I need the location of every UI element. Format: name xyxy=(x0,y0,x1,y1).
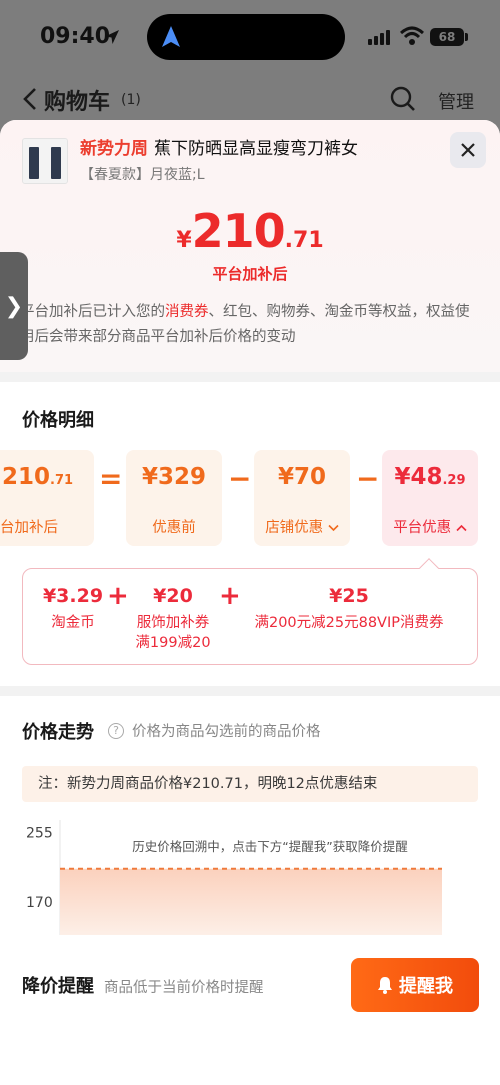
back-chevron-icon[interactable] xyxy=(22,86,38,112)
final-price: ¥210.71 xyxy=(176,204,324,258)
price-area xyxy=(60,868,442,935)
plus-sign: + xyxy=(219,581,241,611)
plus-sign: + xyxy=(107,581,129,611)
price-notice: 平台加补后已计入您的消费券、红包、购物券、淘金币等权益，权益使用后会带来部分商品… xyxy=(20,304,470,345)
cellular-signal-icon xyxy=(368,29,394,45)
product-thumbnail xyxy=(22,138,68,184)
cart-count: (1) xyxy=(121,92,141,108)
y-tick-label: 255 xyxy=(26,825,53,841)
equals-sign: = xyxy=(99,462,123,495)
price-drop-reminder-subtitle: 商品低于当前价格时提醒 xyxy=(104,980,264,996)
product-title: 新势力周 蕉下防晒显高显瘦弯刀裤女 xyxy=(80,134,358,159)
price-trend-title: 价格走势 xyxy=(22,722,94,743)
search-icon[interactable] xyxy=(390,86,416,112)
price-detail-title: 价格明细 xyxy=(22,410,94,431)
info-icon[interactable]: ? xyxy=(108,722,124,739)
promo-tag: 新势力周 xyxy=(80,139,148,159)
section-divider xyxy=(0,686,500,696)
page-nav-bar: 购物车 (1) 管理 xyxy=(0,76,500,124)
box-store-discount[interactable]: ¥70 店铺优惠 xyxy=(254,450,350,546)
section-divider xyxy=(0,372,500,382)
price-drop-reminder-title: 降价提醒 xyxy=(22,976,94,997)
page-title: 购物车 xyxy=(44,90,111,115)
platform-discount-breakdown: ¥3.29 淘金币 + ¥20 服饰加补券 满199减20 + ¥25 满200… xyxy=(22,568,478,665)
navigation-icon xyxy=(162,26,180,47)
chevron-up-icon xyxy=(456,524,467,532)
battery-tip xyxy=(465,33,468,41)
manage-button[interactable]: 管理 xyxy=(438,88,474,114)
dynamic-island xyxy=(147,14,345,60)
breakdown-item: ¥20 服饰加补券 满199减20 xyxy=(135,585,211,651)
minus-sign: − xyxy=(228,462,252,495)
bell-icon xyxy=(378,977,392,994)
price-detail-sheet: 新势力周 蕉下防晒显高显瘦弯刀裤女 【春夏款】月夜蓝;L ¥210.71 平台加补… xyxy=(0,120,500,1085)
box-final-price: 210.71 台加补后 xyxy=(0,450,94,546)
location-arrow-icon xyxy=(105,30,119,44)
side-expand-tab[interactable]: ❯ xyxy=(0,252,28,360)
wifi-icon xyxy=(400,26,424,45)
chevron-down-icon xyxy=(328,524,339,532)
remind-me-button[interactable]: 提醒我 xyxy=(351,958,479,1012)
status-bar: 09:40 68 xyxy=(0,0,500,76)
breakdown-item: ¥3.29 淘金币 xyxy=(42,585,104,631)
minus-sign: − xyxy=(356,462,380,495)
coupon-highlight: 消费券 xyxy=(165,304,209,320)
final-price-label: 平台加补后 xyxy=(212,265,288,283)
breakdown-item: ¥25 满200元减25元88VIP消费券 xyxy=(254,585,444,631)
box-platform-discount[interactable]: ¥48.29 平台优惠 xyxy=(382,450,478,546)
chart-hint: 历史价格回溯中，点击下方“提醒我”获取降价提醒 xyxy=(132,839,408,854)
clock: 09:40 xyxy=(40,24,111,49)
close-icon xyxy=(461,143,475,157)
product-variant: 【春夏款】月夜蓝;L xyxy=(80,167,205,183)
price-trend-subtitle: ? 价格为商品勾选前的商品价格 xyxy=(108,720,321,741)
trend-note: 注：新势力周商品价格¥210.71，明晚12点优惠结束 xyxy=(22,766,478,802)
product-name: 蕉下防晒显高显瘦弯刀裤女 xyxy=(154,139,358,159)
close-button[interactable] xyxy=(450,132,486,168)
box-original-price: ¥329 优惠前 xyxy=(126,450,222,546)
battery-icon: 68 xyxy=(430,28,464,46)
y-tick-label: 170 xyxy=(26,895,53,911)
